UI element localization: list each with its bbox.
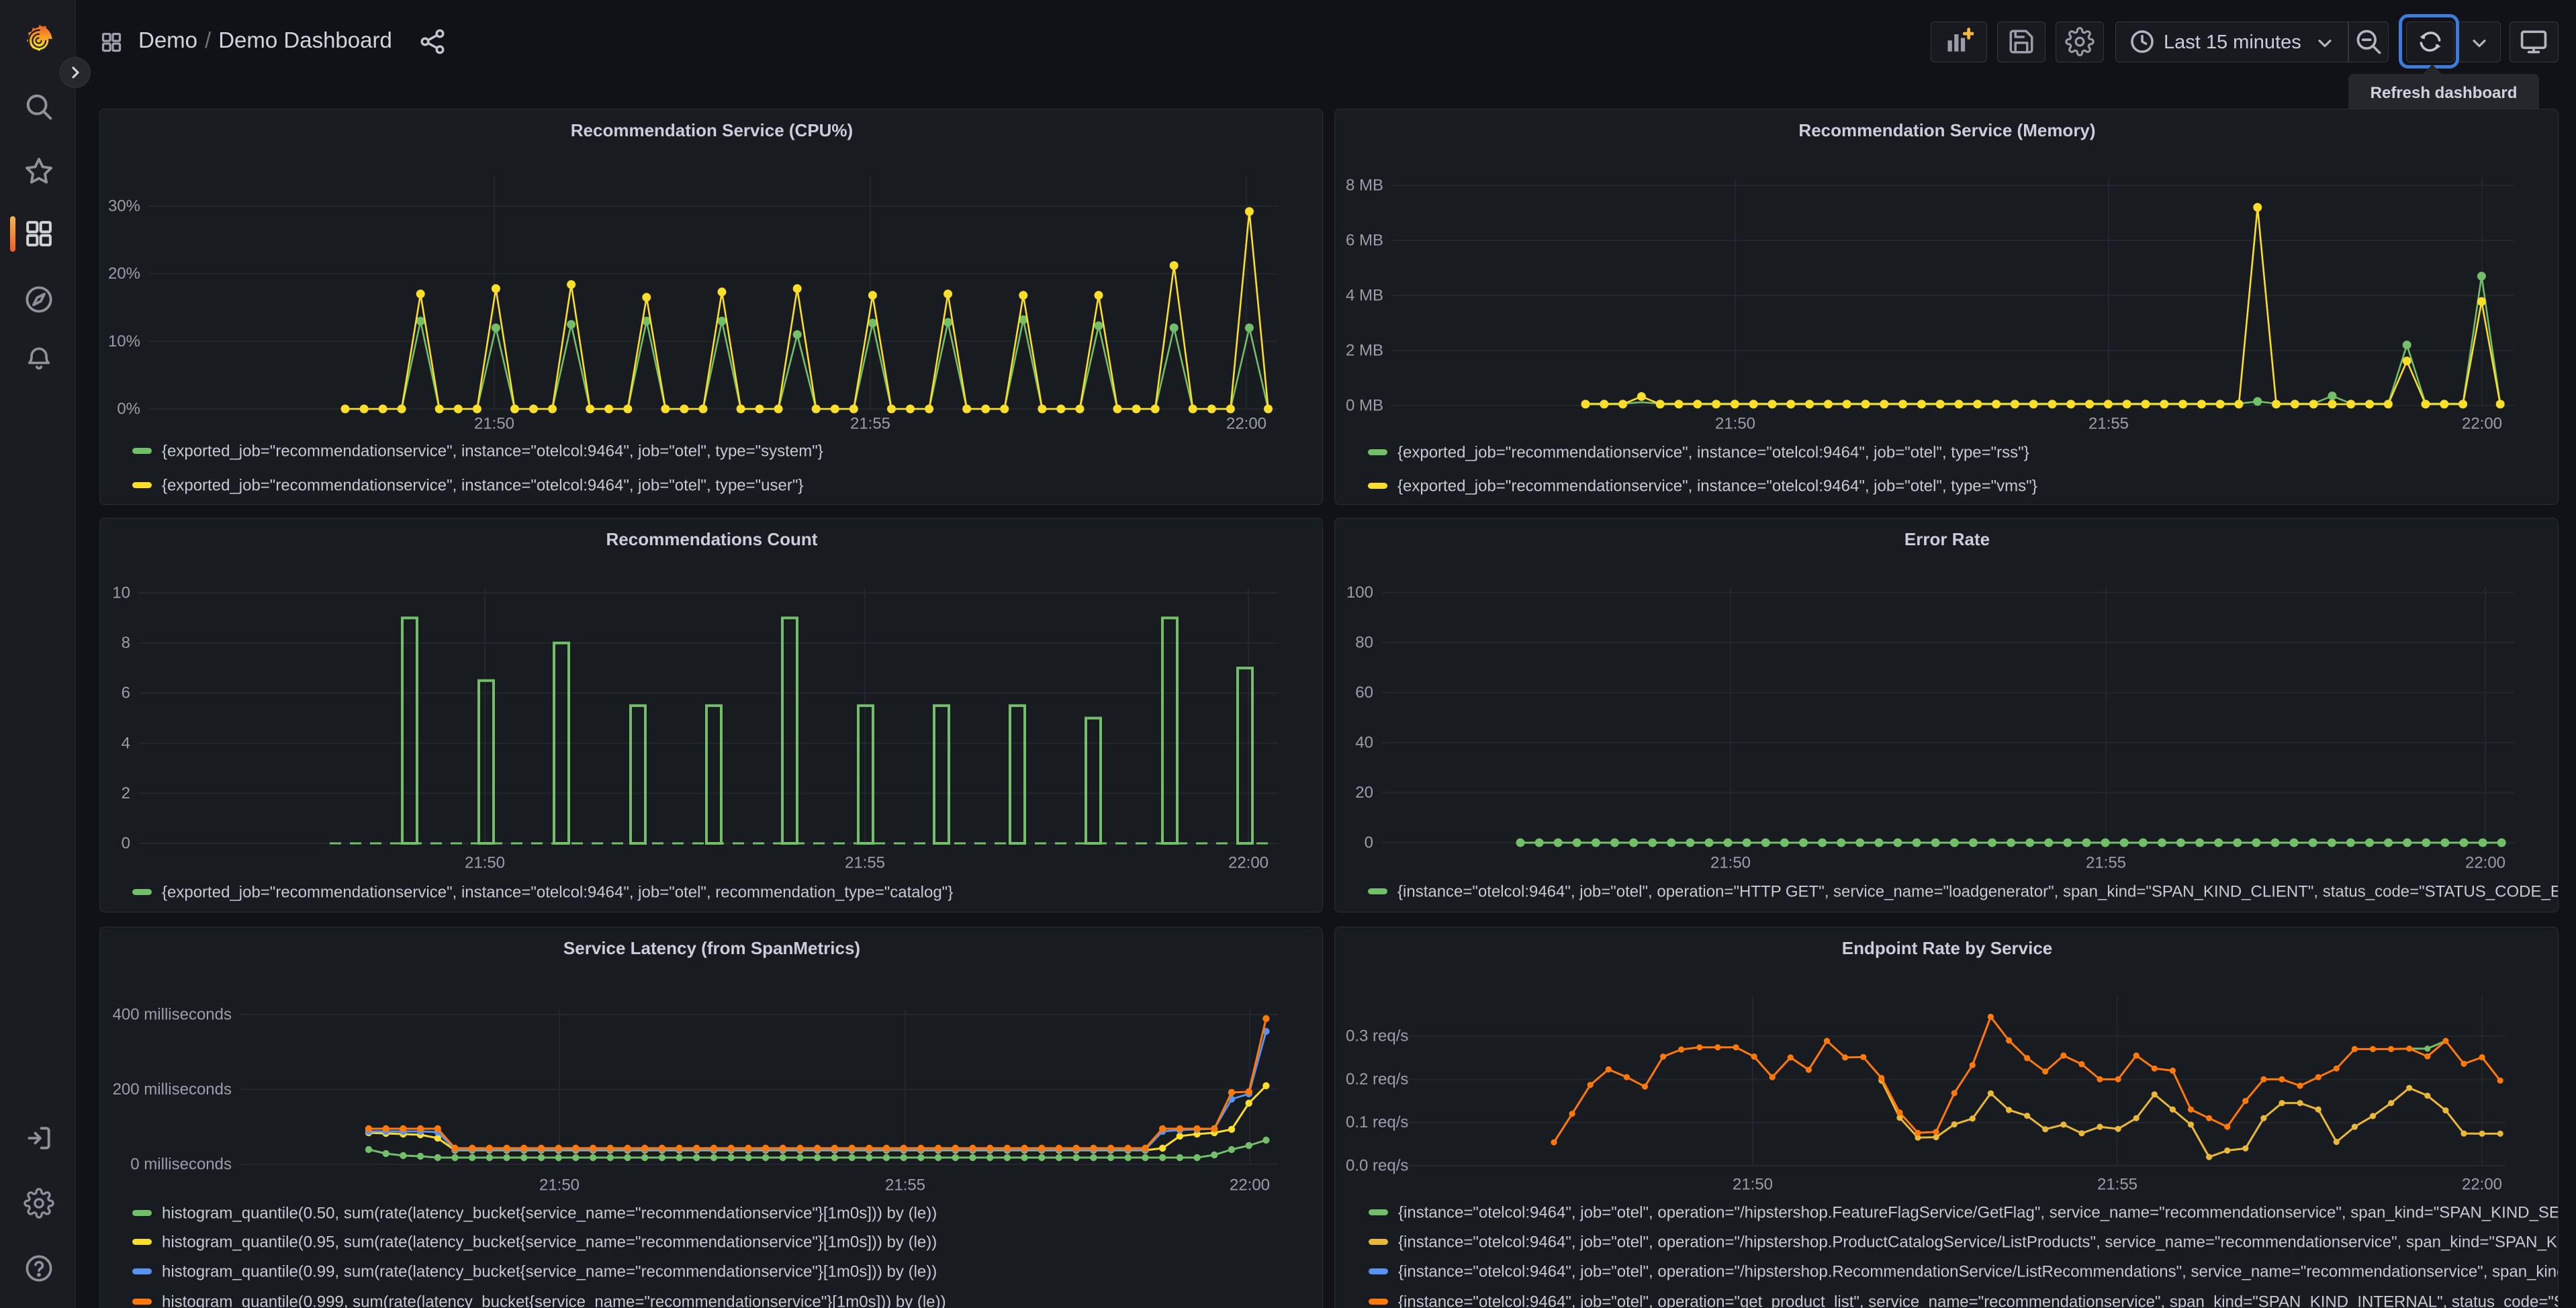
- svg-text:21:55: 21:55: [885, 1176, 925, 1195]
- svg-text:Recommendations Count: Recommendations Count: [606, 529, 818, 549]
- svg-text:0 MB: 0 MB: [1346, 397, 1383, 415]
- svg-text:{exported_job="recommendations: {exported_job="recommendationservice", i…: [162, 442, 823, 461]
- svg-text:30%: 30%: [108, 197, 140, 215]
- svg-text:0 milliseconds: 0 milliseconds: [130, 1156, 232, 1174]
- svg-text:Service Latency (from SpanMetr: Service Latency (from SpanMetrics): [563, 938, 860, 958]
- svg-text:60: 60: [1355, 684, 1373, 702]
- svg-text:4 MB: 4 MB: [1346, 287, 1383, 305]
- svg-text:22:00: 22:00: [2462, 415, 2502, 433]
- svg-text:20: 20: [1355, 784, 1373, 802]
- svg-text:histogram_quantile(0.99, sum(r: histogram_quantile(0.99, sum(rate(latenc…: [162, 1263, 937, 1281]
- svg-text:{exported_job="recommendations: {exported_job="recommendationservice", i…: [1397, 444, 2029, 462]
- svg-text:Recommendation Service (Memory: Recommendation Service (Memory): [1798, 120, 2095, 140]
- svg-text:{instance="otelcol:9464", job=: {instance="otelcol:9464", job="otel", op…: [1397, 883, 2559, 901]
- svg-text:21:55: 21:55: [850, 415, 890, 433]
- svg-text:0.2 req/s: 0.2 req/s: [1346, 1070, 1408, 1088]
- svg-text:6: 6: [122, 684, 130, 702]
- svg-text:{exported_job="recommendations: {exported_job="recommendationservice", i…: [162, 884, 953, 902]
- svg-text:{instance="otelcol:9464", job=: {instance="otelcol:9464", job="otel", op…: [1398, 1293, 2559, 1308]
- svg-text:8 MB: 8 MB: [1346, 177, 1383, 195]
- svg-text:22:00: 22:00: [1228, 854, 1269, 872]
- svg-text:10: 10: [112, 584, 130, 602]
- svg-text:21:50: 21:50: [539, 1176, 580, 1195]
- svg-text:400 milliseconds: 400 milliseconds: [113, 1006, 232, 1024]
- svg-text:22:00: 22:00: [2465, 854, 2505, 872]
- svg-text:200 milliseconds: 200 milliseconds: [113, 1080, 232, 1099]
- svg-text:2: 2: [122, 784, 130, 802]
- svg-text:0.3 req/s: 0.3 req/s: [1346, 1027, 1408, 1045]
- svg-text:21:55: 21:55: [2097, 1176, 2137, 1194]
- svg-text:100: 100: [1346, 583, 1373, 602]
- svg-text:21:50: 21:50: [1733, 1176, 1773, 1194]
- svg-text:21:55: 21:55: [2086, 854, 2126, 872]
- svg-text:20%: 20%: [108, 265, 140, 283]
- svg-text:4: 4: [122, 734, 130, 752]
- svg-text:2 MB: 2 MB: [1346, 342, 1383, 360]
- svg-text:21:50: 21:50: [1715, 415, 1755, 433]
- svg-text:21:55: 21:55: [845, 854, 885, 872]
- svg-text:6 MB: 6 MB: [1346, 232, 1383, 250]
- svg-text:histogram_quantile(0.50, sum(r: histogram_quantile(0.50, sum(rate(latenc…: [162, 1205, 937, 1223]
- svg-text:21:55: 21:55: [2088, 415, 2129, 433]
- svg-text:10%: 10%: [108, 332, 140, 351]
- svg-text:21:50: 21:50: [465, 854, 505, 872]
- svg-text:{exported_job="recommendations: {exported_job="recommendationservice", i…: [1397, 477, 2037, 496]
- svg-text:0: 0: [1365, 834, 1373, 852]
- svg-text:histogram_quantile(0.95, sum(r: histogram_quantile(0.95, sum(rate(latenc…: [162, 1233, 937, 1252]
- svg-text:22:00: 22:00: [1226, 415, 1267, 433]
- svg-text:22:00: 22:00: [2462, 1176, 2502, 1194]
- svg-text:0: 0: [122, 835, 130, 853]
- svg-text:{instance="otelcol:9464", job=: {instance="otelcol:9464", job="otel", op…: [1398, 1204, 2559, 1222]
- svg-text:0%: 0%: [117, 400, 140, 418]
- svg-text:21:50: 21:50: [1710, 854, 1751, 872]
- svg-text:{exported_job="recommendations: {exported_job="recommendationservice", i…: [162, 477, 803, 495]
- svg-text:80: 80: [1355, 634, 1373, 652]
- svg-text:0.0 req/s: 0.0 req/s: [1346, 1157, 1408, 1175]
- svg-text:8: 8: [122, 634, 130, 652]
- svg-text:Recommendation Service (CPU%): Recommendation Service (CPU%): [571, 120, 853, 140]
- svg-text:{instance="otelcol:9464", job=: {instance="otelcol:9464", job="otel", op…: [1398, 1263, 2559, 1281]
- svg-text:Endpoint Rate by Service: Endpoint Rate by Service: [1842, 938, 2053, 958]
- svg-text:0.1 req/s: 0.1 req/s: [1346, 1113, 1408, 1131]
- svg-text:22:00: 22:00: [1230, 1176, 1270, 1195]
- svg-text:21:50: 21:50: [474, 415, 514, 433]
- svg-text:40: 40: [1355, 734, 1373, 752]
- svg-text:Error Rate: Error Rate: [1904, 529, 1990, 549]
- svg-text:{instance="otelcol:9464", job=: {instance="otelcol:9464", job="otel", op…: [1398, 1233, 2559, 1252]
- svg-text:histogram_quantile(0.999, sum(: histogram_quantile(0.999, sum(rate(laten…: [162, 1293, 946, 1308]
